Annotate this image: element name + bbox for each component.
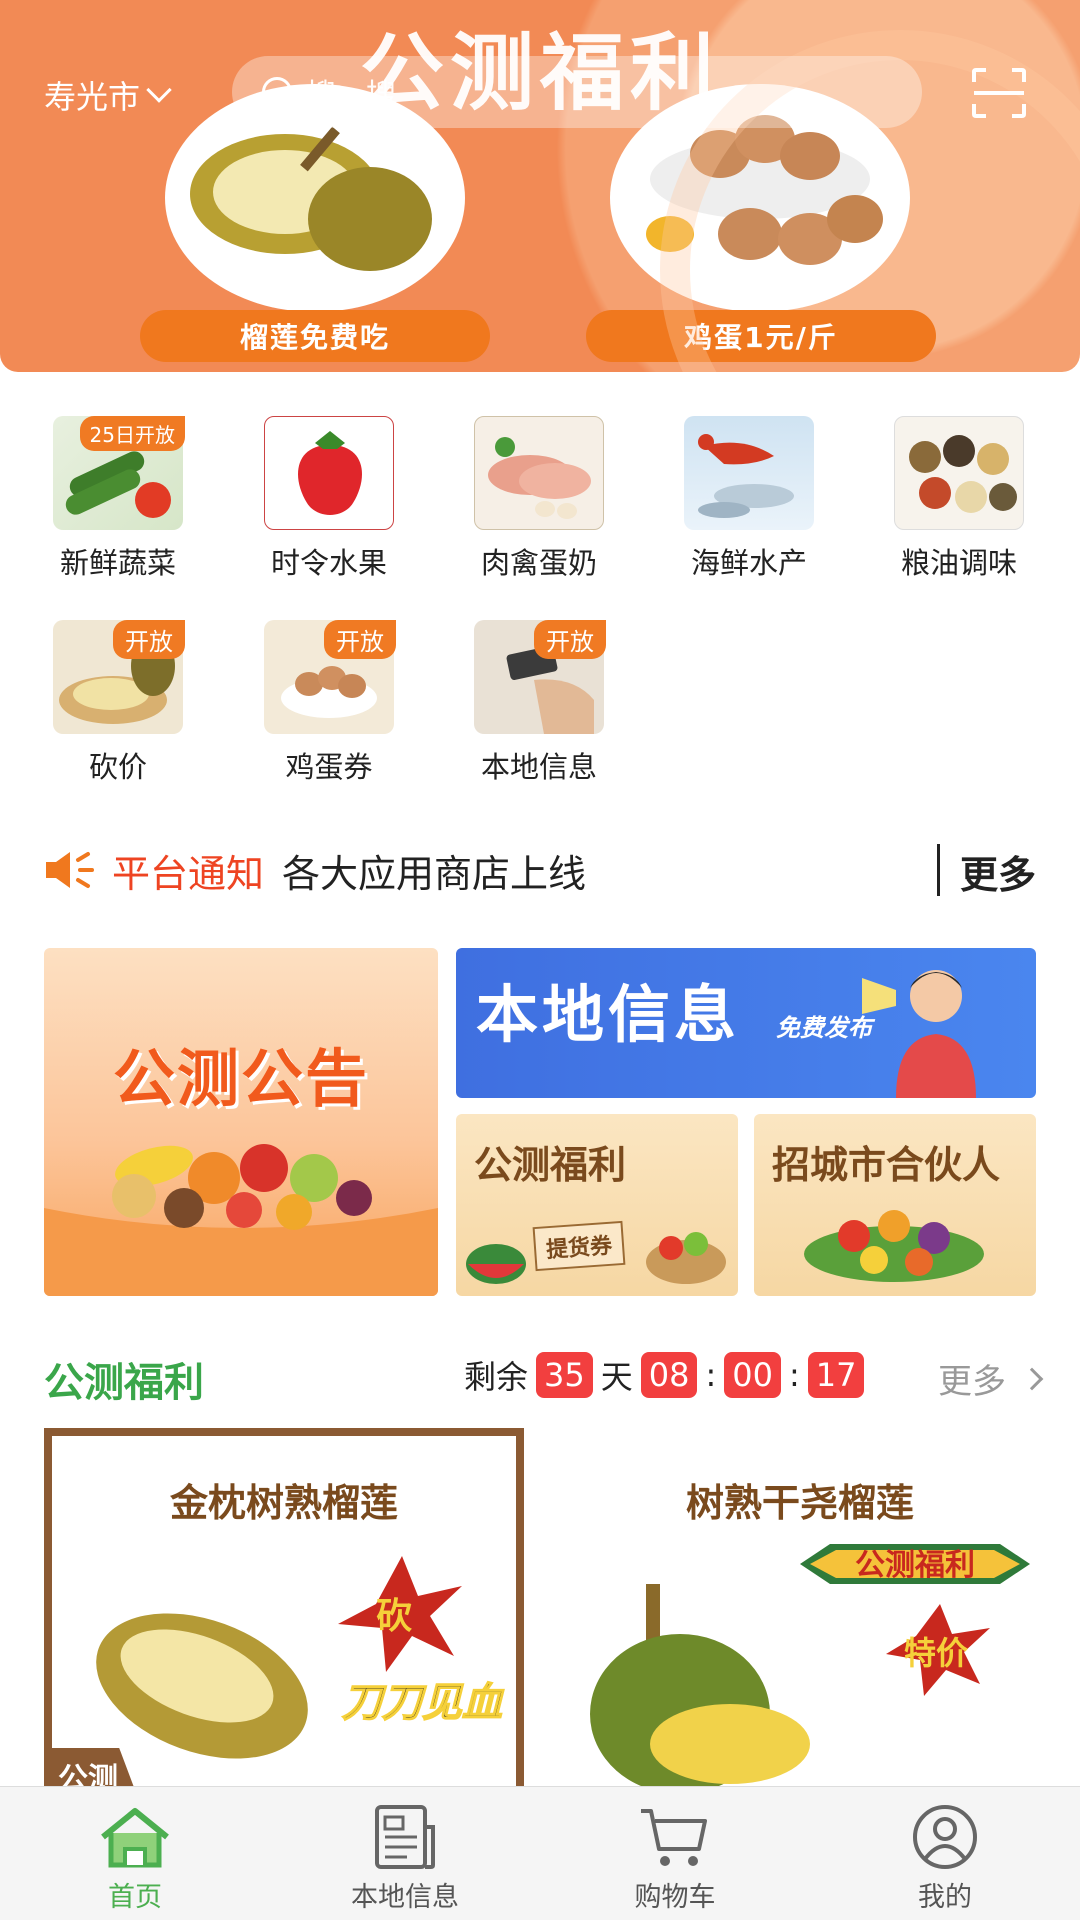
scan-icon[interactable] <box>970 66 1028 120</box>
tab-local-info[interactable]: 本地信息 <box>270 1787 540 1920</box>
local-info-title: 本地信息 <box>476 978 741 1051</box>
category-badge: 开放 <box>113 620 185 659</box>
category-grain-oil[interactable]: 粮油调味 <box>884 416 1034 582</box>
fruit-coupon-image <box>466 1232 726 1284</box>
notice-more-link[interactable]: 更多 <box>960 844 1036 899</box>
category-label: 新鲜蔬菜 <box>59 546 176 580</box>
tab-label: 我的 <box>918 1882 972 1913</box>
local-info-banner[interactable]: 本地信息 免费发布 <box>456 948 1036 1098</box>
promo-durian-pill[interactable]: 榴莲免费吃 <box>140 310 490 362</box>
category-fruits[interactable]: 时令水果 <box>254 416 404 582</box>
category-label: 粮油调味 <box>900 546 1017 580</box>
countdown-hours: 08 <box>640 1352 698 1398</box>
category-vegetables[interactable]: 25日开放 新鲜蔬菜 <box>43 416 193 582</box>
durian-bargain-image: 开放 <box>53 620 185 734</box>
platform-notice-bar[interactable]: 平台通知 各大应用商店上线 更多 <box>44 840 1036 900</box>
search-placeholder: 搜一搜 <box>306 78 396 113</box>
countdown-day-unit: 天 <box>600 1358 633 1396</box>
tab-label: 购物车 <box>634 1882 716 1913</box>
category-local-info[interactable]: 开放 本地信息 <box>464 620 614 786</box>
slogan-text: 刀刀见血 <box>342 1680 504 1726</box>
category-label: 本地信息 <box>480 750 597 784</box>
category-badge: 开放 <box>324 620 396 659</box>
cart-icon <box>641 1809 707 1866</box>
promo-eggs-pill[interactable]: 鸡蛋1元/斤 <box>586 310 936 362</box>
notice-label: 平台通知 <box>112 851 265 896</box>
hero-banner[interactable]: 公测福利 榴莲免费吃 鸡蛋1元/斤 寿光市 搜一搜 <box>0 0 1080 372</box>
meat-image <box>474 416 604 530</box>
megaphone-icon <box>46 852 94 888</box>
welfare-section-title: 公测福利 <box>44 1360 204 1406</box>
category-badge: 25日开放 <box>79 416 185 451</box>
notice-text[interactable]: 各大应用商店上线 <box>282 843 586 898</box>
welfare-banner[interactable]: 公测福利 提货券 <box>456 1114 738 1296</box>
category-label: 鸡蛋券 <box>285 750 373 784</box>
home-icon <box>101 1808 169 1868</box>
tab-cart[interactable]: 购物车 <box>540 1787 810 1920</box>
user-icon <box>913 1805 977 1869</box>
category-label: 时令水果 <box>270 546 387 580</box>
product-name: 树熟干尧榴莲 <box>685 1481 914 1525</box>
person-megaphone-image <box>862 970 976 1098</box>
search-icon <box>262 77 292 107</box>
tab-label: 本地信息 <box>351 1882 459 1913</box>
vegetables-image: 25日开放 <box>53 416 185 530</box>
announcement-banner[interactable]: 公测公告 <box>44 948 438 1296</box>
strawberry-image <box>264 416 394 530</box>
tab-label: 首页 <box>108 1882 162 1913</box>
durian-product-image: 公测福利 特价 <box>590 1544 1030 1794</box>
countdown-timer: 剩余 35 天 08 : 00 : 17 <box>464 1352 865 1398</box>
countdown-sep: : <box>705 1356 717 1394</box>
city-selector[interactable]: 寿光市 <box>44 72 172 118</box>
search-input[interactable]: 搜一搜 <box>232 56 922 128</box>
egg-coupon-image: 开放 <box>264 620 396 734</box>
countdown-minutes: 00 <box>724 1352 781 1398</box>
grains-image <box>894 416 1024 530</box>
fruit-basket-image <box>44 1144 438 1296</box>
category-meat-eggs-dairy[interactable]: 肉禽蛋奶 <box>464 416 614 582</box>
tab-mine[interactable]: 我的 <box>810 1787 1080 1920</box>
category-label: 肉禽蛋奶 <box>480 546 597 580</box>
chevron-down-icon <box>146 77 172 103</box>
tab-home[interactable]: 首页 <box>0 1787 270 1920</box>
countdown-seconds: 17 <box>807 1352 865 1398</box>
city-label: 寿光市 <box>44 78 141 116</box>
bottom-tab-bar: 首页 本地信息 购物车 我的 <box>0 1786 1080 1920</box>
category-badge: 开放 <box>534 620 606 659</box>
category-label: 砍价 <box>88 750 147 784</box>
chevron-right-icon <box>1020 1367 1044 1390</box>
welfare-more-link[interactable]: 更多 <box>938 1354 1044 1403</box>
more-label: 更多 <box>938 1362 1006 1402</box>
document-icon <box>375 1805 435 1869</box>
category-bargain[interactable]: 开放 砍价 <box>43 620 193 786</box>
countdown-days: 35 <box>536 1352 593 1398</box>
countdown-label: 剩余 <box>464 1358 529 1396</box>
product-card[interactable]: 金枕树熟榴莲 砍 刀刀见血 公测 <box>44 1428 524 1798</box>
product-card[interactable]: 树熟干尧榴莲 公测福利 特价 <box>560 1428 1040 1798</box>
stamp-text: 砍 <box>376 1596 412 1637</box>
local-info-image: 开放 <box>474 620 606 734</box>
vegetables-pile-image <box>804 1210 984 1282</box>
stamp-text: 特价 <box>904 1634 968 1672</box>
category-label: 海鲜水产 <box>690 546 807 580</box>
banner-text: 公测福利 <box>855 1548 975 1583</box>
partner-banner[interactable]: 招城市合伙人 <box>754 1114 1036 1296</box>
category-egg-coupon[interactable]: 开放 鸡蛋券 <box>254 620 404 786</box>
divider <box>937 844 940 896</box>
seafood-image <box>684 416 814 530</box>
category-seafood[interactable]: 海鲜水产 <box>674 416 824 582</box>
countdown-sep: : <box>788 1356 800 1394</box>
